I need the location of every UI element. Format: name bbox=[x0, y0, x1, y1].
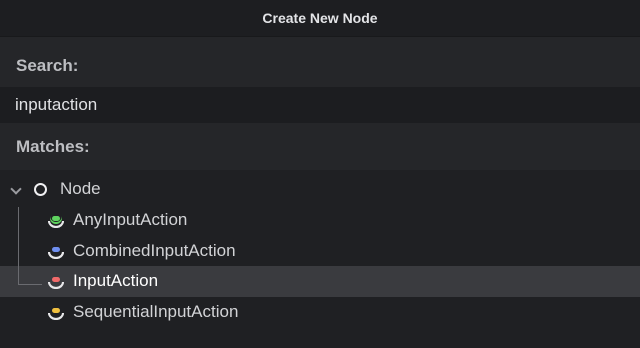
tree-item-label: InputAction bbox=[73, 271, 159, 290]
circle-node-icon bbox=[34, 183, 47, 196]
input-action-icon bbox=[48, 216, 64, 228]
tree-item-label: AnyInputAction bbox=[73, 210, 188, 229]
tree-item-label: SequentialInputAction bbox=[73, 302, 239, 321]
tree-item-sequential-input-action[interactable]: SequentialInputAction bbox=[0, 297, 640, 328]
input-action-icon bbox=[48, 247, 64, 259]
input-action-icon bbox=[48, 308, 64, 320]
search-label: Search: bbox=[16, 56, 79, 75]
search-input[interactable] bbox=[0, 87, 640, 123]
tree-root-label: Node bbox=[60, 179, 101, 198]
tree-item-any-input-action[interactable]: AnyInputAction bbox=[0, 205, 640, 236]
matches-label: Matches: bbox=[16, 137, 90, 156]
chevron-down-icon[interactable] bbox=[10, 183, 22, 195]
dialog-titlebar: Create New Node bbox=[0, 0, 640, 37]
tree-item-label: CombinedInputAction bbox=[73, 241, 236, 260]
matches-tree[interactable]: Node AnyInputAction CombinedInputAction … bbox=[0, 170, 640, 348]
dialog-title: Create New Node bbox=[262, 10, 378, 26]
tree-item-combined-input-action[interactable]: CombinedInputAction bbox=[0, 236, 640, 267]
tree-guide-line bbox=[18, 207, 19, 285]
create-node-dialog: Create New Node Search: Matches: Node An… bbox=[0, 0, 640, 348]
tree-item-input-action[interactable]: InputAction bbox=[0, 266, 640, 297]
tree-guide-line bbox=[18, 284, 42, 285]
input-action-icon bbox=[48, 277, 64, 289]
tree-root-node[interactable]: Node bbox=[0, 174, 640, 205]
